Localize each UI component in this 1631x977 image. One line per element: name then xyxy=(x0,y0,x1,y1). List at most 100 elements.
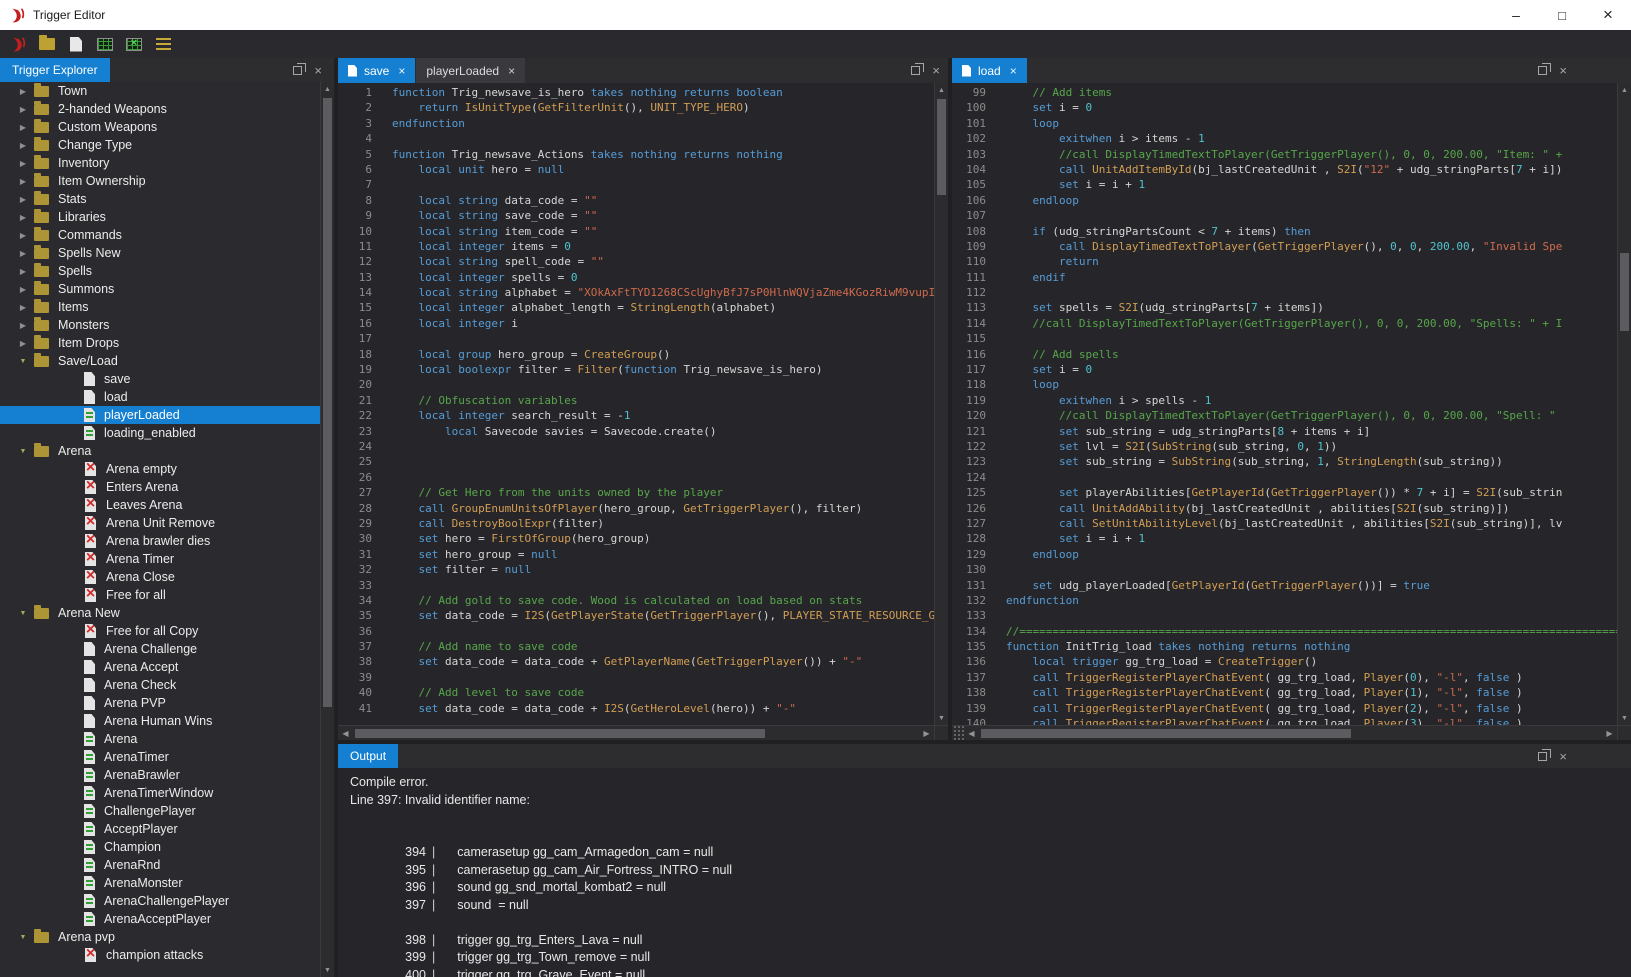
tree-item-arenachallengeplayer[interactable]: ArenaChallengePlayer xyxy=(0,892,320,910)
editor-vertical-scrollbar[interactable]: ▲ ▼ xyxy=(934,83,948,725)
scroll-up-icon[interactable]: ▲ xyxy=(321,82,334,96)
close-panel-icon[interactable]: × xyxy=(1559,750,1567,763)
expand-arrow-icon[interactable]: ▶ xyxy=(12,87,34,96)
splitter-grip[interactable] xyxy=(952,726,964,740)
expand-arrow-icon[interactable]: ▶ xyxy=(12,303,34,312)
open-folder-button[interactable] xyxy=(35,32,59,56)
tab-close-icon[interactable]: × xyxy=(398,64,405,78)
tree-item-arena-challenge[interactable]: Arena Challenge xyxy=(0,640,320,658)
tree-item-arenamonster[interactable]: ArenaMonster xyxy=(0,874,320,892)
tree-item-loading-enabled[interactable]: loading_enabled xyxy=(0,424,320,442)
explorer-vertical-scrollbar[interactable]: ▲ ▼ xyxy=(320,82,334,977)
output-tab[interactable]: Output xyxy=(338,744,398,768)
tree-item-enters-arena[interactable]: Enters Arena xyxy=(0,478,320,496)
tree-item-save[interactable]: save xyxy=(0,370,320,388)
tree-item-commands[interactable]: ▶Commands xyxy=(0,226,320,244)
tree-item-spells[interactable]: ▶Spells xyxy=(0,262,320,280)
scrollbar-thumb[interactable] xyxy=(1620,253,1629,331)
tree-item-champion-attacks[interactable]: champion attacks xyxy=(0,946,320,964)
tree-item-arenatimerwindow[interactable]: ArenaTimerWindow xyxy=(0,784,320,802)
tree-item-items[interactable]: ▶Items xyxy=(0,298,320,316)
collapse-arrow-icon[interactable]: ▼ xyxy=(12,448,34,455)
tree-item-arena-timer[interactable]: Arena Timer xyxy=(0,550,320,568)
code-editor-load[interactable]: 9910010110210310410510610710810911011111… xyxy=(952,83,1617,725)
expand-arrow-icon[interactable]: ▶ xyxy=(12,195,34,204)
tree-item-arenatimer[interactable]: ArenaTimer xyxy=(0,748,320,766)
tree-item-stats[interactable]: ▶Stats xyxy=(0,190,320,208)
collapse-arrow-icon[interactable]: ▼ xyxy=(12,610,34,617)
tab-close-icon[interactable]: × xyxy=(1010,64,1017,78)
tree-item-champion[interactable]: Champion xyxy=(0,838,320,856)
tab-close-icon[interactable]: × xyxy=(508,64,515,78)
tree-item-arena-pvp[interactable]: Arena PVP xyxy=(0,694,320,712)
maximize-button[interactable]: □ xyxy=(1539,0,1585,30)
scrollbar-thumb[interactable] xyxy=(981,729,1351,738)
tree-item-arena-empty[interactable]: Arena empty xyxy=(0,460,320,478)
tree-item-arena-accept[interactable]: Arena Accept xyxy=(0,658,320,676)
tree-item-arena-brawler-dies[interactable]: Arena brawler dies xyxy=(0,532,320,550)
scrollbar-thumb[interactable] xyxy=(355,729,765,738)
tab-save[interactable]: save× xyxy=(338,58,415,83)
tree-item-spells-new[interactable]: ▶Spells New xyxy=(0,244,320,262)
expand-arrow-icon[interactable]: ▶ xyxy=(12,339,34,348)
expand-arrow-icon[interactable]: ▶ xyxy=(12,231,34,240)
tree-item-acceptplayer[interactable]: AcceptPlayer xyxy=(0,820,320,838)
float-panel-icon[interactable] xyxy=(293,66,302,75)
collapse-arrow-icon[interactable]: ▼ xyxy=(12,934,34,941)
tree-item-load[interactable]: load xyxy=(0,388,320,406)
tree-item-arena-check[interactable]: Arena Check xyxy=(0,676,320,694)
tree-item-libraries[interactable]: ▶Libraries xyxy=(0,208,320,226)
tree-item-arenarnd[interactable]: ArenaRnd xyxy=(0,856,320,874)
expand-arrow-icon[interactable]: ▶ xyxy=(12,123,34,132)
scroll-down-icon[interactable]: ▼ xyxy=(321,963,334,977)
explorer-title-tab[interactable]: Trigger Explorer xyxy=(0,58,110,82)
code-editor-save[interactable]: 1234567891011121314151617181920212223242… xyxy=(338,83,934,725)
scrollbar-thumb[interactable] xyxy=(937,99,946,195)
scroll-right-icon[interactable]: ▶ xyxy=(919,729,934,738)
app-logo-button[interactable] xyxy=(6,32,30,56)
collapse-arrow-icon[interactable]: ▼ xyxy=(12,358,34,365)
float-panel-icon[interactable] xyxy=(1538,752,1547,761)
code-content[interactable]: // Add items set i = 0 loop exitwhen i >… xyxy=(994,83,1617,725)
scrollbar-track[interactable] xyxy=(979,726,1602,740)
editor-horizontal-scrollbar[interactable]: ◀ ▶ xyxy=(338,725,934,740)
scroll-down-icon[interactable]: ▼ xyxy=(935,711,948,725)
expand-arrow-icon[interactable]: ▶ xyxy=(12,159,34,168)
tree-item-arenabrawler[interactable]: ArenaBrawler xyxy=(0,766,320,784)
scroll-up-icon[interactable]: ▲ xyxy=(1618,83,1631,97)
tree-item-inventory[interactable]: ▶Inventory xyxy=(0,154,320,172)
tree-item-free-for-all[interactable]: Free for all xyxy=(0,586,320,604)
tree-item-challengeplayer[interactable]: ChallengePlayer xyxy=(0,802,320,820)
variable-grid-button[interactable] xyxy=(93,32,117,56)
float-panel-icon[interactable] xyxy=(911,66,920,75)
tree-item-change-type[interactable]: ▶Change Type xyxy=(0,136,320,154)
close-button[interactable]: × xyxy=(1585,0,1631,30)
expand-arrow-icon[interactable]: ▶ xyxy=(12,321,34,330)
tree-item-playerloaded[interactable]: playerLoaded xyxy=(0,406,320,424)
close-panel-icon[interactable]: × xyxy=(932,64,940,77)
code-content[interactable]: function Trig_newsave_is_hero takes noth… xyxy=(380,83,934,725)
tree-item-arena-unit-remove[interactable]: Arena Unit Remove xyxy=(0,514,320,532)
scrollbar-track[interactable] xyxy=(353,726,919,740)
minimize-button[interactable]: – xyxy=(1493,0,1539,30)
tree-item-summons[interactable]: ▶Summons xyxy=(0,280,320,298)
expand-arrow-icon[interactable]: ▶ xyxy=(12,249,34,258)
close-panel-icon[interactable]: × xyxy=(1559,64,1567,77)
scroll-left-icon[interactable]: ◀ xyxy=(338,729,353,738)
tree-item-arenaacceptplayer[interactable]: ArenaAcceptPlayer xyxy=(0,910,320,928)
tab-load[interactable]: load× xyxy=(952,58,1027,83)
trigger-list-button[interactable] xyxy=(151,32,175,56)
tree-item-2-handed-weapons[interactable]: ▶2-handed Weapons xyxy=(0,100,320,118)
scroll-up-icon[interactable]: ▲ xyxy=(935,83,948,97)
tree-item-arena-human-wins[interactable]: Arena Human Wins xyxy=(0,712,320,730)
scroll-down-icon[interactable]: ▼ xyxy=(1618,711,1631,725)
expand-arrow-icon[interactable]: ▶ xyxy=(12,105,34,114)
expand-arrow-icon[interactable]: ▶ xyxy=(12,267,34,276)
editor-vertical-scrollbar[interactable]: ▲ ▼ xyxy=(1617,83,1631,725)
tree-item-arena[interactable]: ▼Arena xyxy=(0,442,320,460)
tree-item-arena[interactable]: Arena xyxy=(0,730,320,748)
expand-arrow-icon[interactable]: ▶ xyxy=(12,285,34,294)
new-file-button[interactable] xyxy=(64,32,88,56)
tree-item-item-ownership[interactable]: ▶Item Ownership xyxy=(0,172,320,190)
float-panel-icon[interactable] xyxy=(1538,66,1547,75)
